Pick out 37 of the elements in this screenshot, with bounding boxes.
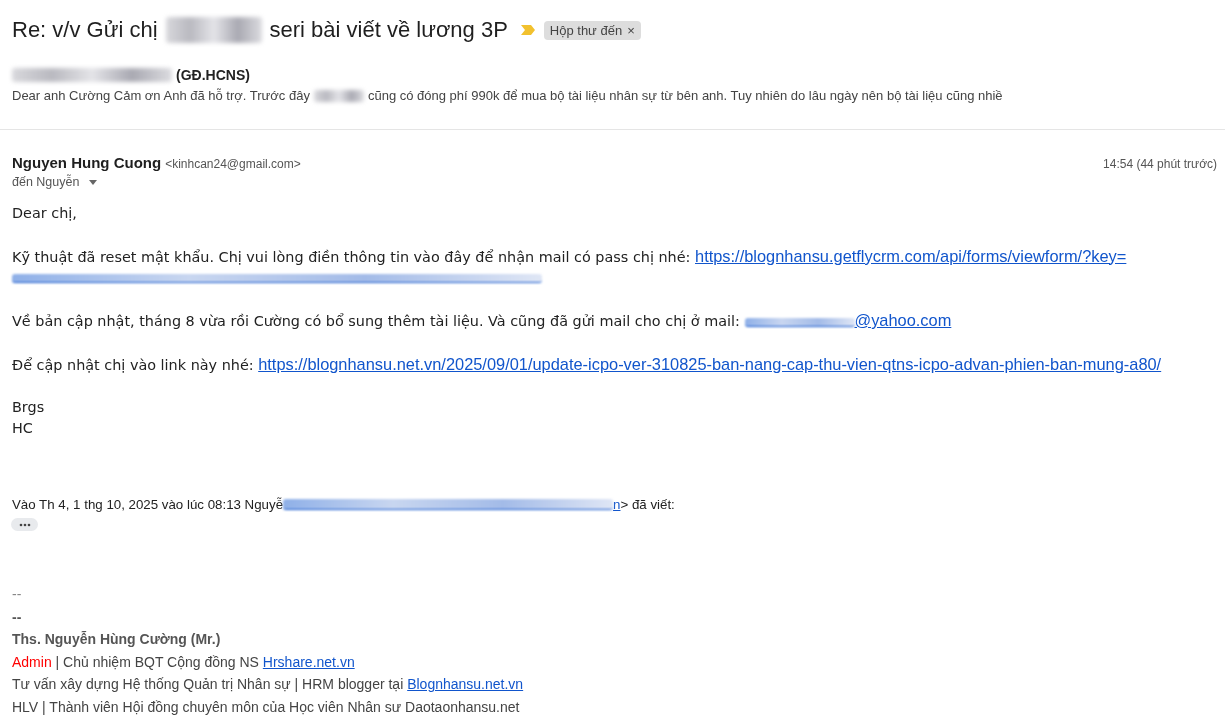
ellipsis-icon [17,522,32,527]
inbox-label: Hộp thư đến × [543,20,641,40]
caret-icon[interactable] [89,179,98,185]
sender-role: (GĐ.HCNS) [176,67,250,83]
body-text: Brgs [12,399,45,415]
blurred-redaction [313,89,364,102]
role-text: Admin [12,653,52,670]
signature-text: HLV | Thành viên Hội đồng chuyên môn của Học viên Nhân sư Daotaonhansu.net [12,698,520,715]
recipient-text: đến Nguyễn [12,175,80,189]
body-text: Để cập nhật chị vào link này nhé: [12,356,255,373]
quote-header-text: Vào Th 4, 1 thg 10, 2025 vào lúc 08:13 Nguyễ [12,497,284,512]
remove-label-button[interactable]: × [627,22,635,38]
message-time: 14:54 (44 phút trước) [1103,157,1217,171]
body-text: Về bản cập nhật, tháng 8 vừa rồi Cường có bổ sung thêm tài liệu. Và cũng đã gửi mail cho chị ở mail: [12,313,741,329]
body-text: Kỹ thuật đã reset mật khẩu. Chị vui lòng điền thông tin vào đây để nhận mail có pass chị nhé: [12,248,692,265]
snippet-text: Dear anh Cường Cảm ơn Anh đã hỗ trợ. Trước đây [12,88,310,103]
body-text: Dear chị, [12,205,77,221]
snippet-text: cũng có đóng phí 990k để mua bộ tài liệu nhân sự từ bên anh. Tuy nhiên do lâu ngày nên bộ tài liệu cũng nhiề [367,88,1003,103]
link[interactable]: n [613,497,621,512]
link[interactable]: https://blognhansu.net.vn/2025/09/01/update-icpo-ver-310825-ban-nang-cap-thu-vien-qtns-icpo-advan-phien-ban-mung-a80/ [258,354,1162,373]
importance-marker-icon[interactable] [519,24,536,36]
signature-text: Tư vấn xây dựng Hệ thống Quản trị Nhân sự | HRM blogger tại [12,676,405,692]
sender-name: Nguyen Hung Cuong [12,154,162,171]
signature-text: -- [12,608,22,625]
signature-text: | Chủ nhiệm BQT Cộng đồng NS [54,653,260,670]
body-text: HC [12,420,33,436]
link[interactable]: Hrshare.net.vn [262,653,355,670]
quote-header-text: > đã viết: [620,497,675,512]
link[interactable]: https://blognhansu.getflycrm.com/api/forms/viewform/?key= [695,246,1127,265]
show-trimmed-content-button[interactable] [11,518,38,531]
subject-title: seri bài viết về lương 3P [269,17,508,43]
link[interactable]: @yahoo.com [854,311,952,329]
separator-text: -- [12,586,22,602]
signature-text: Ths. Nguyễn Hùng Cường (Mr.) [12,631,221,647]
link[interactable]: Blognhansu.net.vn [407,676,524,692]
sender-email: <kinhcan24@gmail.com> [165,157,301,171]
subject-title: Re: v/v Gửi chị [12,17,158,43]
